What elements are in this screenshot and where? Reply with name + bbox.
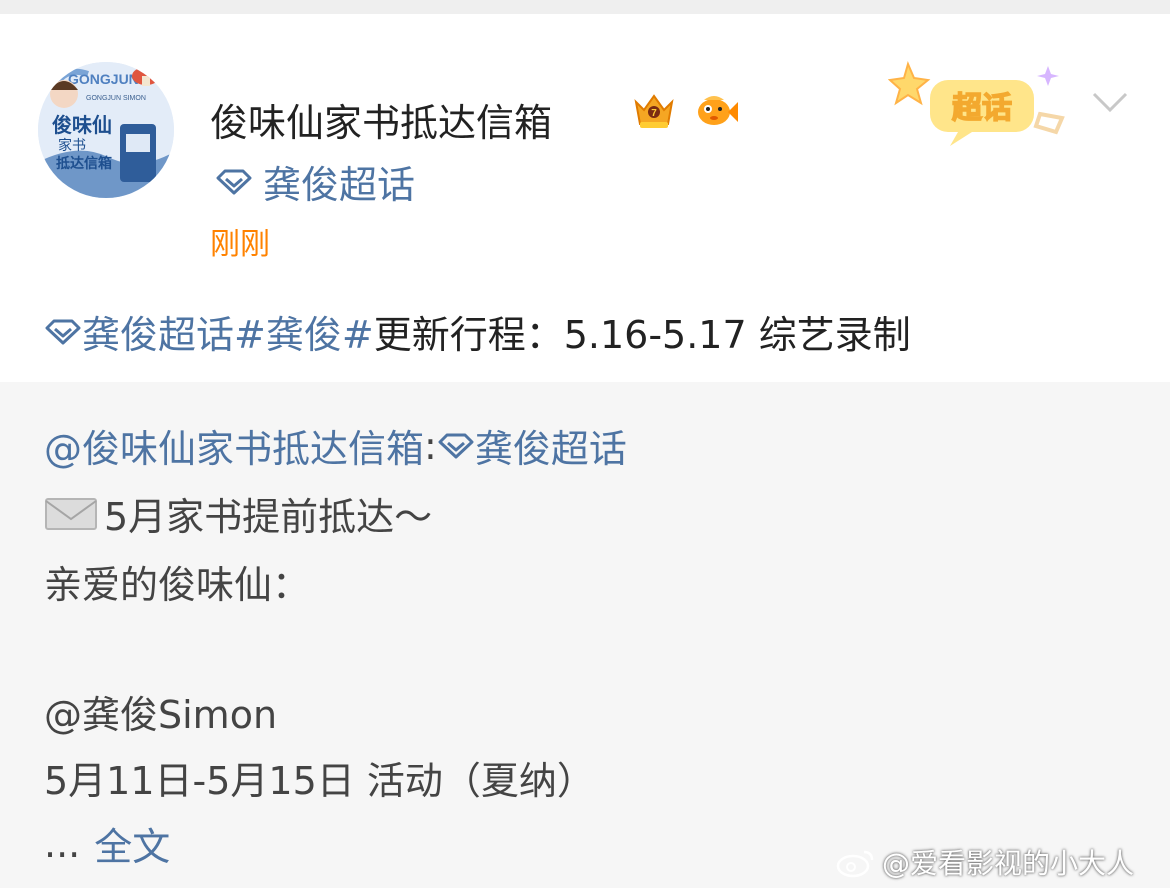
content-hashtag-link[interactable]: #龚俊# — [234, 304, 374, 359]
super-topic-label: 龚俊超话 — [263, 163, 416, 207]
repost-colon: : — [424, 423, 437, 468]
weibo-logo-icon — [836, 850, 874, 878]
diamond-supertopic-icon — [216, 169, 252, 194]
full-text-link[interactable]: 全文 — [94, 816, 170, 871]
diamond-supertopic-icon — [438, 433, 474, 458]
avatar-title-line1: 俊味仙 — [52, 113, 112, 137]
repost-line1: 5月家书提前抵达～ — [44, 486, 432, 541]
timestamp: 刚刚 — [210, 227, 270, 262]
repost-line2: 亲爱的俊味仙： — [44, 563, 311, 607]
top-strip — [0, 0, 1170, 14]
repost-author-link[interactable]: @俊味仙家书抵达信箱 — [44, 418, 424, 473]
super-topic-link[interactable]: 龚俊超话 — [215, 154, 415, 209]
crown-badge-icon[interactable]: 7 — [632, 88, 676, 132]
repost-ellipsis: ... — [44, 821, 81, 866]
envelope-icon — [45, 497, 97, 530]
chevron-down-icon[interactable] — [1090, 86, 1130, 116]
avatar-sub-text: GONGJUN SIMON — [86, 95, 146, 102]
watermark: @爱看影视的小大人 — [836, 842, 1134, 882]
content-text: 更新行程：5.16-5.17 综艺录制 — [373, 313, 911, 357]
post-card: GONGJUN GONGJUN SIMON 俊味仙 家书 抵达信箱 俊味仙家书抵… — [0, 14, 1170, 382]
post-content: 龚俊超话 #龚俊# 更新行程：5.16-5.17 综艺录制 — [44, 304, 911, 359]
repost-supertopic-link[interactable]: 龚俊超话 — [475, 418, 627, 473]
repost-mention-link[interactable]: @龚俊Simon — [44, 684, 277, 739]
repost-more-line: ... 全文 — [44, 816, 170, 871]
username[interactable]: 俊味仙家书抵达信箱 — [210, 92, 552, 147]
repost-line1-text: 5月家书提前抵达～ — [104, 495, 433, 539]
chaohua-badge-label: 超话 — [952, 91, 1012, 126]
svg-text:7: 7 — [651, 108, 657, 119]
avatar[interactable]: GONGJUN GONGJUN SIMON 俊味仙 家书 抵达信箱 — [38, 62, 174, 198]
chaohua-badge[interactable]: 超话 — [888, 56, 1078, 148]
repost-header: @俊味仙家书抵达信箱 : 龚俊超话 — [44, 418, 627, 473]
diamond-supertopic-icon — [45, 319, 81, 344]
repost-line4: 5月11日-5月15日 活动（夏纳） — [44, 759, 595, 803]
avatar-title-line3: 抵达信箱 — [56, 155, 112, 172]
watermark-text: @爱看影视的小大人 — [882, 847, 1135, 880]
repost-block[interactable]: @俊味仙家书抵达信箱 : 龚俊超话 5月家书提前抵达～ 亲爱的俊味仙： @龚俊S… — [0, 382, 1170, 888]
avatar-title-line2: 家书 — [58, 137, 86, 154]
content-supertopic-link[interactable]: 龚俊超话 — [82, 304, 234, 359]
fish-badge-icon[interactable] — [694, 88, 738, 132]
avatar-arc-text: GONGJUN — [68, 71, 139, 87]
